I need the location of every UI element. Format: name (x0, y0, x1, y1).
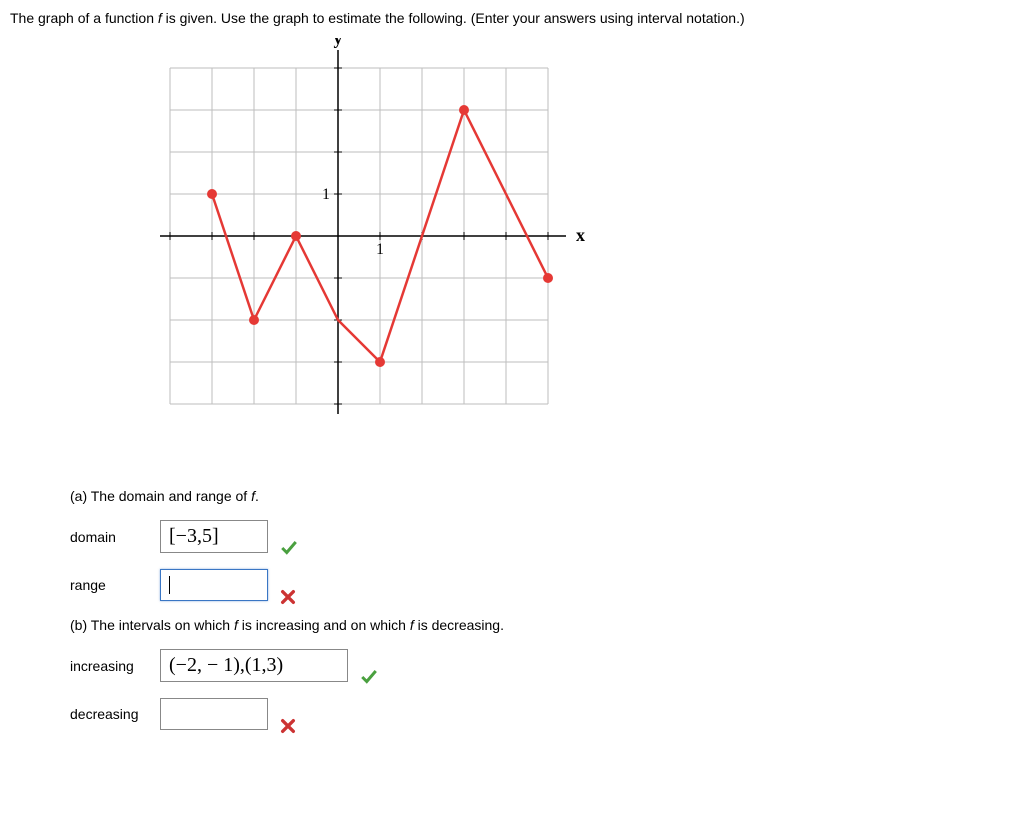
prompt-text-2: is given. Use the graph to estimate the … (162, 10, 745, 26)
domain-label: domain (70, 529, 160, 545)
part-b-text-1: (b) The intervals on which (70, 617, 234, 633)
svg-text:y: y (334, 38, 343, 48)
increasing-label: increasing (70, 658, 160, 674)
part-a-text-2: . (255, 488, 259, 504)
part-a-heading: (a) The domain and range of f. (70, 488, 1014, 504)
prompt-text-1: The graph of a function (10, 10, 158, 26)
domain-value: [−3,5] (169, 525, 219, 548)
check-icon (360, 668, 378, 686)
increasing-row: increasing (−2, − 1),(1,3) (70, 649, 1014, 682)
increasing-input[interactable]: (−2, − 1),(1,3) (160, 649, 348, 682)
cross-icon (280, 718, 296, 734)
question-prompt: The graph of a function f is given. Use … (10, 10, 1014, 26)
range-input[interactable] (160, 569, 268, 601)
part-b-text-3: is decreasing. (414, 617, 504, 633)
domain-row: domain [−3,5] (70, 520, 1014, 553)
cross-icon (280, 589, 296, 605)
svg-text:x: x (576, 225, 585, 245)
part-a-text-1: (a) The domain and range of (70, 488, 251, 504)
decreasing-row: decreasing (70, 698, 1014, 730)
increasing-value: (−2, − 1),(1,3) (169, 654, 283, 677)
part-b-heading: (b) The intervals on which f is increasi… (70, 617, 1014, 633)
svg-text:1: 1 (322, 186, 330, 203)
range-row: range (70, 569, 1014, 601)
range-label: range (70, 577, 160, 593)
function-graph: 1 1 y x (140, 38, 1014, 468)
part-b-text-2: is increasing and on which (238, 617, 410, 633)
decreasing-input[interactable] (160, 698, 268, 730)
check-icon (280, 539, 298, 557)
domain-input[interactable]: [−3,5] (160, 520, 268, 553)
decreasing-label: decreasing (70, 706, 160, 722)
text-cursor (169, 576, 170, 594)
svg-text:1: 1 (376, 241, 384, 258)
